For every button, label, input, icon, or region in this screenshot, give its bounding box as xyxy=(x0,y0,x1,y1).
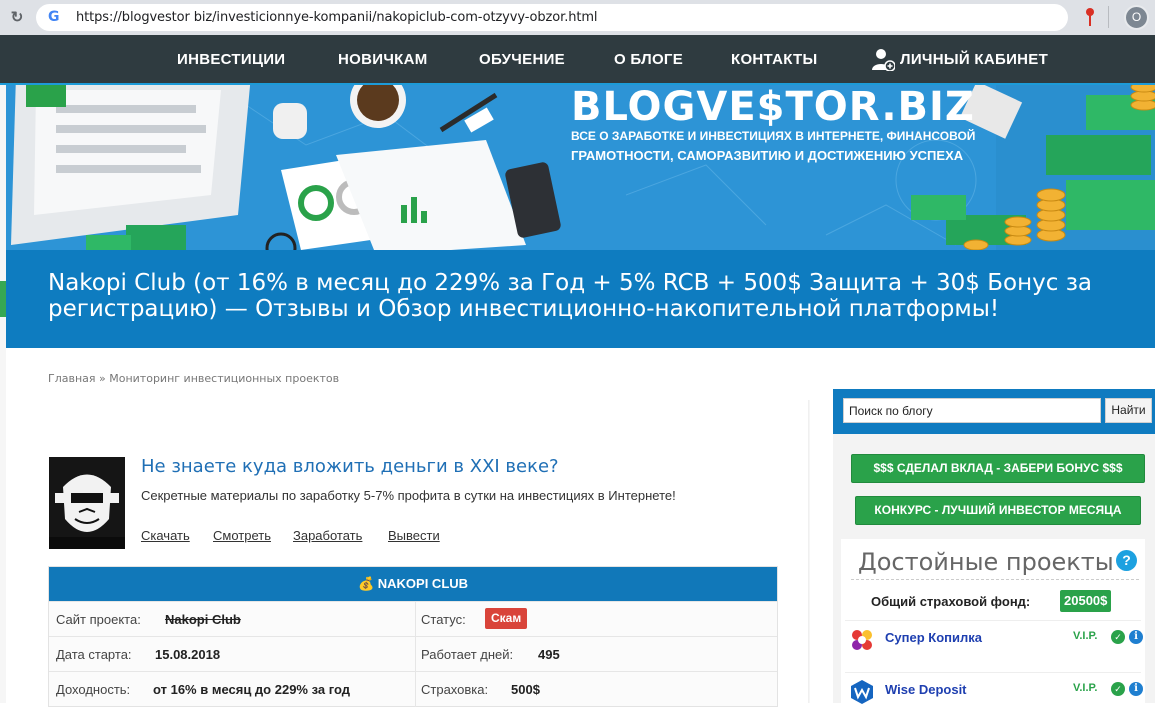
projects-title: Достойные проекты xyxy=(858,548,1114,576)
promo-link-earn[interactable]: Заработать xyxy=(293,528,362,543)
status-label: Статус: xyxy=(421,612,466,627)
toolbar-divider xyxy=(1108,6,1109,28)
wise-deposit-logo-icon xyxy=(851,680,873,704)
promo-link-download[interactable]: Скачать xyxy=(141,528,190,543)
help-icon[interactable]: ? xyxy=(1116,550,1137,571)
project-name-link[interactable]: Wise Deposit xyxy=(885,682,967,697)
checkmark-icon: ✓ xyxy=(1111,630,1125,644)
reload-icon[interactable]: ↻ xyxy=(6,7,28,29)
site-value[interactable]: Nakopi Club xyxy=(165,612,241,627)
bonus-button[interactable]: $$$ СДЕЛАЛ ВКЛАД - ЗАБЕРИ БОНУС $$$ xyxy=(851,454,1145,483)
table-row: Сайт проекта: Nakopi Club Статус: Скам xyxy=(49,601,777,637)
site-nav: ИНВЕСТИЦИИ НОВИЧКАМ ОБУЧЕНИЕ О БЛОГЕ КОН… xyxy=(0,35,1155,85)
google-icon: G xyxy=(48,9,60,25)
tagline-line-1: ВСЕ О ЗАРАБОТКЕ И ИНВЕСТИЦИЯХ В ИНТЕРНЕТ… xyxy=(571,129,976,143)
promo-link-withdraw[interactable]: Вывести xyxy=(388,528,440,543)
project-info-table: 💰 NAKOPI CLUB Сайт проекта: Nakopi Club … xyxy=(48,566,778,707)
article-title: Nakopi Club (от 16% в месяц до 229% за Г… xyxy=(48,270,1093,322)
super-kopilka-logo-icon xyxy=(852,630,872,650)
promo-text: Секретные материалы по заработку 5-7% пр… xyxy=(141,488,676,503)
site-label: Сайт проекта: xyxy=(56,612,141,627)
yield-label: Доходность: xyxy=(56,682,131,697)
status-badge: Скам xyxy=(485,608,528,629)
breadcrumb-home[interactable]: Главная xyxy=(48,372,96,385)
breadcrumb: Главная » Мониторинг инвестиционных прое… xyxy=(48,372,339,385)
yield-value: от 16% в месяц до 229% за год xyxy=(153,682,350,697)
profile-avatar[interactable]: O xyxy=(1124,5,1149,30)
fund-label: Общий страховой фонд: xyxy=(871,594,1031,609)
insurance-value: 500$ xyxy=(511,682,540,697)
insurance-label: Страховка: xyxy=(421,682,489,697)
search-button[interactable]: Найти xyxy=(1105,398,1152,423)
nav-item-cabinet[interactable]: ЛИЧНЫЙ КАБИНЕТ xyxy=(900,35,1048,85)
promo-link-watch[interactable]: Смотреть xyxy=(213,528,271,543)
table-row: Доходность: от 16% в месяц до 229% за го… xyxy=(49,671,777,707)
article-title-band: Nakopi Club (от 16% в месяц до 229% за Г… xyxy=(6,250,1155,348)
tagline-line-2: ГРАМОТНОСТИ, САМОРАЗВИТИЮ И ДОСТИЖЕНИЮ У… xyxy=(571,148,964,163)
user-add-icon[interactable] xyxy=(871,47,895,71)
days-value: 495 xyxy=(538,647,560,662)
promo-heading[interactable]: Не знаете куда вложить деньги в XXI веке… xyxy=(141,456,559,477)
start-date-value: 15.08.2018 xyxy=(155,647,221,662)
project-name-link[interactable]: Супер Копилка xyxy=(885,630,982,645)
breadcrumb-separator: » xyxy=(99,372,106,385)
nav-item-about[interactable]: О БЛОГЕ xyxy=(614,35,683,85)
site-logo-text[interactable]: BLOGVE$TOR.BIZ xyxy=(571,85,975,129)
nav-item-beginners[interactable]: НОВИЧКАМ xyxy=(338,35,428,85)
info-icon[interactable]: i xyxy=(1129,630,1143,644)
address-url[interactable]: https://blogvestor biz/investicionnye-ko… xyxy=(76,10,598,25)
vip-badge: V.I.P. xyxy=(1073,630,1098,642)
project-table-header: 💰 NAKOPI CLUB xyxy=(49,567,777,601)
nav-item-education[interactable]: ОБУЧЕНИЕ xyxy=(479,35,565,85)
browser-toolbar: ↻ G https://blogvestor biz/investicionny… xyxy=(0,0,1155,35)
header-banner[interactable]: BLOGVE$TOR.BIZ ВСЕ О ЗАРАБОТКЕ И ИНВЕСТИ… xyxy=(6,85,1155,250)
side-tab[interactable] xyxy=(0,281,6,317)
address-bar[interactable]: G https://blogvestor biz/investicionnye-… xyxy=(36,4,1068,31)
table-row: Дата старта: 15.08.2018 Работает дней: 4… xyxy=(49,636,777,672)
checkmark-icon: ✓ xyxy=(1111,682,1125,696)
info-icon[interactable]: i xyxy=(1129,682,1143,696)
vip-badge: V.I.P. xyxy=(1073,682,1098,694)
fund-value-badge: 20500$ xyxy=(1060,590,1112,612)
list-item[interactable]: Супер Копилка V.I.P. ✓ i xyxy=(845,620,1143,656)
days-label: Работает дней: xyxy=(421,647,514,662)
content-divider xyxy=(808,400,810,703)
search-input[interactable] xyxy=(843,398,1101,423)
start-date-label: Дата старта: xyxy=(56,647,132,662)
contest-button[interactable]: КОНКУРС - ЛУЧШИЙ ИНВЕСТОР МЕСЯЦА xyxy=(855,496,1141,525)
nav-item-contacts[interactable]: КОНТАКТЫ xyxy=(731,35,817,85)
dashed-divider xyxy=(851,579,1139,580)
nav-item-investments[interactable]: ИНВЕСТИЦИИ xyxy=(177,35,285,85)
project-name: NAKOPI CLUB xyxy=(377,576,469,591)
money-bag-icon: 💰 xyxy=(357,576,375,591)
anonymous-mask-image xyxy=(49,457,125,549)
breadcrumb-section[interactable]: Мониторинг инвестиционных проектов xyxy=(109,372,339,385)
location-pin-icon[interactable] xyxy=(1085,8,1095,26)
